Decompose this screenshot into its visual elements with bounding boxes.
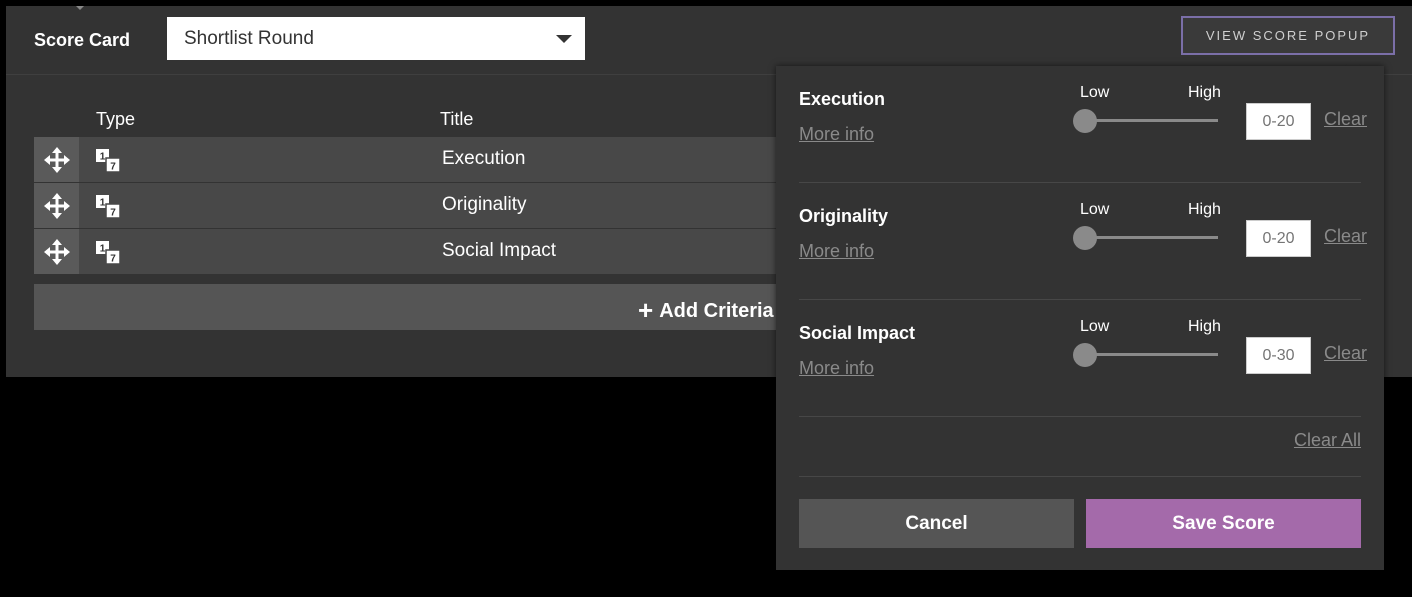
scorecard-label: Score Card [34, 30, 131, 50]
column-header-title: Title [440, 109, 474, 129]
more-info-link[interactable]: More info [799, 241, 874, 262]
drag-handle[interactable] [34, 137, 79, 182]
table-row: 1 7 Execution [34, 137, 794, 182]
criteria-score-row: Social Impact More info Low High Clear [799, 300, 1367, 417]
add-criteria-label: Add Criteria [659, 300, 774, 322]
score-popup: Execution More info Low High Clear Origi… [776, 66, 1384, 570]
criteria-title: Originality [442, 194, 527, 215]
move-arrows-icon [43, 146, 70, 173]
criteria-name: Originality [799, 206, 889, 226]
score-slider-thumb[interactable] [1073, 109, 1097, 133]
move-arrows-icon [43, 192, 70, 219]
svg-text:1: 1 [100, 152, 106, 163]
table-row: 1 7 Originality [34, 183, 794, 228]
criteria-name: Social Impact [799, 323, 916, 343]
save-score-button[interactable]: Save Score [1086, 499, 1361, 548]
table-row: 1 7 Social Impact [34, 229, 794, 274]
clear-all-link[interactable]: Clear All [1294, 430, 1361, 451]
slider-high-label: High [1188, 318, 1221, 335]
add-criteria-button[interactable]: + Add Criteria [34, 284, 794, 330]
criteria-score-row: Originality More info Low High Clear [799, 183, 1367, 300]
more-info-link[interactable]: More info [799, 358, 874, 379]
drag-handle[interactable] [34, 229, 79, 274]
score-input[interactable] [1246, 337, 1311, 374]
svg-text:7: 7 [110, 162, 116, 173]
column-header-type: Type [96, 109, 136, 129]
svg-text:1: 1 [100, 244, 106, 255]
slider-high-label: High [1188, 84, 1221, 101]
clear-link[interactable]: Clear [1324, 226, 1367, 247]
svg-text:7: 7 [110, 254, 116, 265]
score-slider-track[interactable] [1085, 236, 1218, 239]
chevron-down-icon [556, 35, 572, 43]
score-slider-thumb[interactable] [1073, 343, 1097, 367]
cancel-button[interactable]: Cancel [799, 499, 1074, 548]
plus-icon: + [638, 295, 654, 325]
scorecard-select[interactable]: Shortlist Round [167, 17, 585, 60]
numeric-scale-icon: 1 7 [96, 195, 121, 219]
svg-text:1: 1 [100, 198, 106, 209]
score-slider-thumb[interactable] [1073, 226, 1097, 250]
numeric-scale-icon: 1 7 [96, 149, 121, 173]
move-arrows-icon [43, 238, 70, 265]
criteria-score-row: Execution More info Low High Clear [799, 66, 1367, 183]
view-score-popup-button[interactable]: VIEW SCORE POPUP [1181, 16, 1395, 55]
scorecard-header: Score Card Shortlist Round VIEW SCORE PO… [6, 6, 1412, 75]
clear-link[interactable]: Clear [1324, 109, 1367, 130]
score-input[interactable] [1246, 103, 1311, 140]
clear-all-row: Clear All [799, 417, 1361, 477]
score-input[interactable] [1246, 220, 1311, 257]
slider-low-label: Low [1080, 84, 1110, 101]
criteria-name: Execution [799, 89, 886, 109]
slider-high-label: High [1188, 201, 1221, 218]
scorecard-select-value: Shortlist Round [184, 28, 314, 49]
drag-handle[interactable] [34, 183, 79, 228]
slider-low-label: Low [1080, 318, 1110, 335]
score-slider-track[interactable] [1085, 119, 1218, 122]
clear-link[interactable]: Clear [1324, 343, 1367, 364]
slider-low-label: Low [1080, 201, 1110, 218]
svg-text:7: 7 [110, 208, 116, 219]
numeric-scale-icon: 1 7 [96, 241, 121, 265]
score-slider-track[interactable] [1085, 353, 1218, 356]
criteria-title: Execution [442, 148, 526, 169]
criteria-title: Social Impact [442, 240, 557, 261]
more-info-link[interactable]: More info [799, 124, 874, 145]
